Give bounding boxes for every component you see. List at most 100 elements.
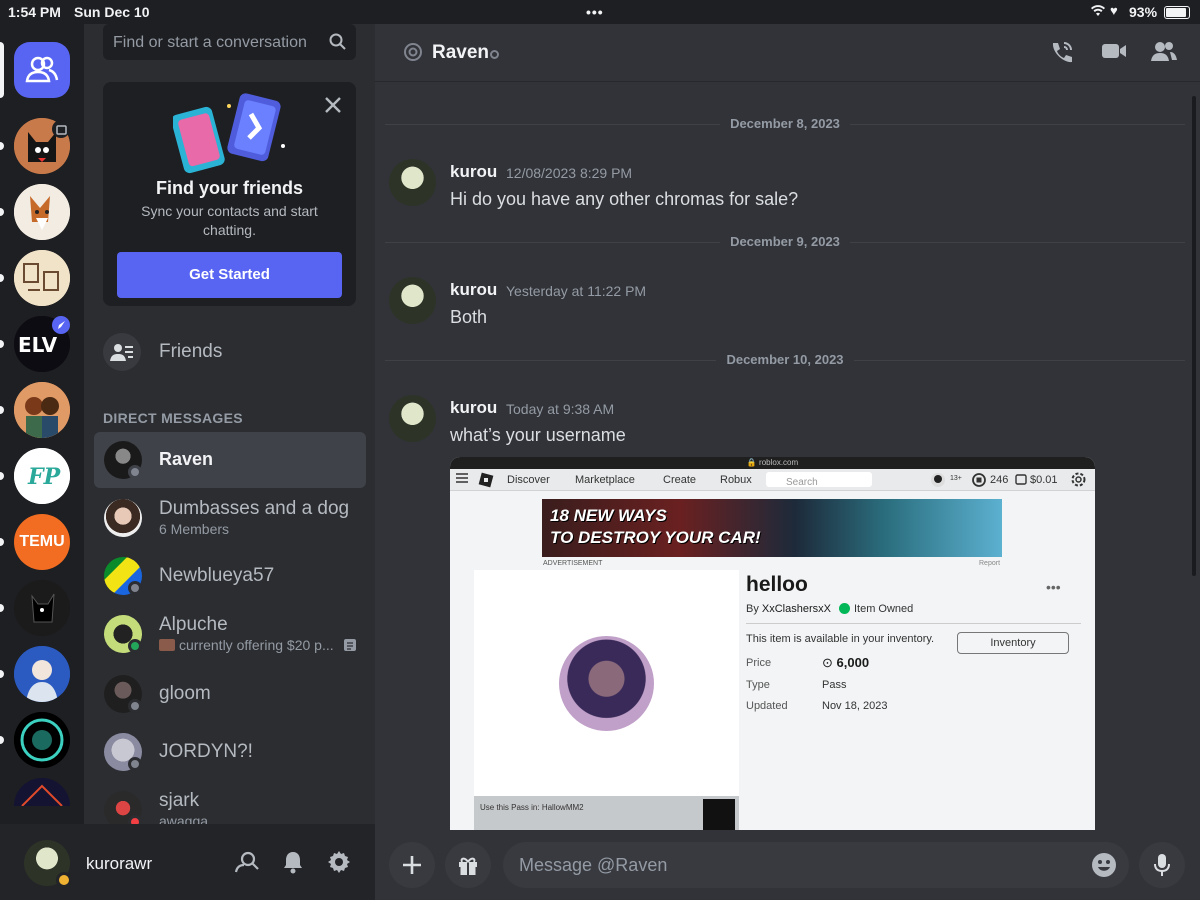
find-friends-card: Find your friends Sync your contacts and… [103, 82, 356, 306]
dm-subtitle: 6 Members [159, 521, 230, 537]
more-icon: ••• [1046, 579, 1061, 595]
status-online-icon [128, 639, 142, 653]
server-icon-fp[interactable]: FP [14, 448, 70, 504]
attach-button[interactable] [389, 842, 435, 888]
dm-name: Newblueya57 [159, 565, 275, 586]
message-author[interactable]: kurou [450, 162, 497, 182]
svg-text:ELV: ELV [18, 333, 58, 357]
nav-create: Create [663, 474, 697, 486]
search-input[interactable]: Find or start a conversation [103, 24, 356, 60]
price-label: Price [746, 657, 772, 669]
scrollbar[interactable] [1192, 96, 1196, 576]
user-panel: kurorawr [0, 824, 375, 900]
battery-icon [1164, 6, 1190, 19]
dm-item-sjark[interactable]: sjark awagga [94, 782, 366, 824]
use-pass-strip: Use this Pass in: HallowMM2 [474, 796, 739, 831]
find-user-icon[interactable] [234, 850, 260, 879]
channel-name: Raven [432, 42, 490, 63]
heart-icon: ♥ [1110, 3, 1118, 18]
find-friends-title: Find your friends [155, 178, 303, 198]
server-temu-label: TEMU [19, 533, 65, 550]
server-icon-partial[interactable] [14, 778, 70, 806]
calendar-icon [52, 120, 70, 138]
dm-name: Raven [159, 449, 214, 469]
server-icon-dog[interactable] [14, 580, 70, 636]
roblox-nav: Discover Marketplace Create Robux Search… [450, 469, 1095, 491]
emoji-icon[interactable] [1091, 852, 1117, 883]
search-icon [329, 33, 346, 55]
battery-percent: 93% [1129, 4, 1158, 20]
dm-subtitle: awagga [159, 813, 209, 824]
nav-discover: Discover [507, 474, 550, 486]
direct-messages-home-button[interactable] [14, 42, 70, 98]
activity-game-icon [159, 639, 175, 651]
video-call-icon[interactable] [1101, 40, 1127, 67]
dm-item-gloom[interactable]: gloom [94, 666, 366, 722]
dm-item-newblueya57[interactable]: Newblueya57 [94, 548, 366, 604]
server-icon-portrait[interactable] [14, 646, 70, 702]
gear-icon[interactable] [327, 850, 351, 879]
status-date: Sun Dec 10 [74, 4, 150, 20]
menu-icon [456, 473, 468, 486]
attachment-url-bar: 🔒 roblox.com [450, 457, 1095, 469]
author-avatar[interactable] [389, 395, 436, 442]
message-timestamp: Today at 9:38 AM [506, 401, 615, 417]
at-icon [403, 42, 423, 67]
author-avatar[interactable] [389, 159, 436, 206]
updated-label: Updated [746, 700, 788, 712]
server-icon-temu[interactable]: TEMU [14, 514, 70, 570]
note-icon [344, 638, 356, 656]
roblox-search: Search [766, 472, 872, 488]
close-icon[interactable] [324, 96, 342, 119]
status-offline-icon [128, 699, 142, 713]
call-icon[interactable] [1049, 40, 1073, 71]
server-icon-badge[interactable] [14, 712, 70, 768]
date-divider: December 9, 2023 [385, 232, 1185, 252]
report-link: Report [979, 560, 1001, 567]
svg-text:FP: FP [27, 464, 62, 490]
message-input[interactable]: Message @Raven [503, 842, 1129, 888]
item-creator: By XxClashersxX Item Owned [746, 603, 914, 615]
find-friends-subtitle: Sync your contacts and start chatting. [141, 203, 318, 238]
message: kurou Yesterday at 11:22 PM Both [389, 277, 1179, 327]
age-tag: 13+ [950, 475, 962, 482]
multitask-dots[interactable]: ••• [586, 4, 604, 20]
dm-item-group[interactable]: Dumbasses and a dog 6 Members [94, 490, 366, 546]
message-text: what’s your username [450, 425, 626, 445]
gift-button[interactable] [445, 842, 491, 888]
server-icon-sketch[interactable] [14, 250, 70, 306]
message-composer: Message @Raven [375, 830, 1200, 900]
date-divider: December 8, 2023 [385, 114, 1185, 134]
game-thumbnail [703, 799, 735, 831]
get-started-button[interactable]: Get Started [117, 252, 342, 298]
balance: $0.01 [1030, 474, 1058, 486]
server-icon-duo[interactable] [14, 382, 70, 438]
roblox-avatar-icon [930, 472, 946, 491]
item-title: helloo [746, 573, 808, 596]
type-label: Type [746, 679, 770, 691]
microphone-button[interactable] [1139, 842, 1185, 888]
author-avatar[interactable] [389, 277, 436, 324]
robux-count: 246 [990, 474, 1009, 486]
friends-nav-item[interactable]: Friends [103, 332, 222, 372]
image-attachment[interactable]: 🔒 roblox.com Discover Marketplace Create… [450, 457, 1095, 831]
dm-name: Dumbasses and a dog [159, 498, 350, 519]
dm-name: JORDYN?! [159, 741, 253, 762]
avatar [104, 499, 142, 537]
server-icon-fox[interactable] [14, 184, 70, 240]
status-time: 1:54 PM [8, 4, 61, 20]
bell-icon[interactable] [282, 850, 304, 879]
message-author[interactable]: kurou [450, 398, 497, 418]
roblox-settings-icon [1071, 472, 1086, 490]
dm-item-alpuche[interactable]: Alpuche currently offering $20 p... [94, 606, 366, 662]
dm-item-raven[interactable]: Raven [94, 432, 366, 488]
message-author[interactable]: kurou [450, 280, 497, 300]
item-thumbnail [474, 570, 739, 796]
member-list-icon[interactable] [1151, 40, 1177, 67]
updated-value: Nov 18, 2023 [822, 700, 888, 712]
status-offline-icon [128, 465, 142, 479]
dm-name: Alpuche [159, 614, 228, 635]
direct-messages-header: DIRECT MESSAGES [103, 410, 243, 426]
message-placeholder: Message @Raven [519, 855, 668, 875]
dm-item-jordyn[interactable]: JORDYN?! [94, 724, 366, 780]
